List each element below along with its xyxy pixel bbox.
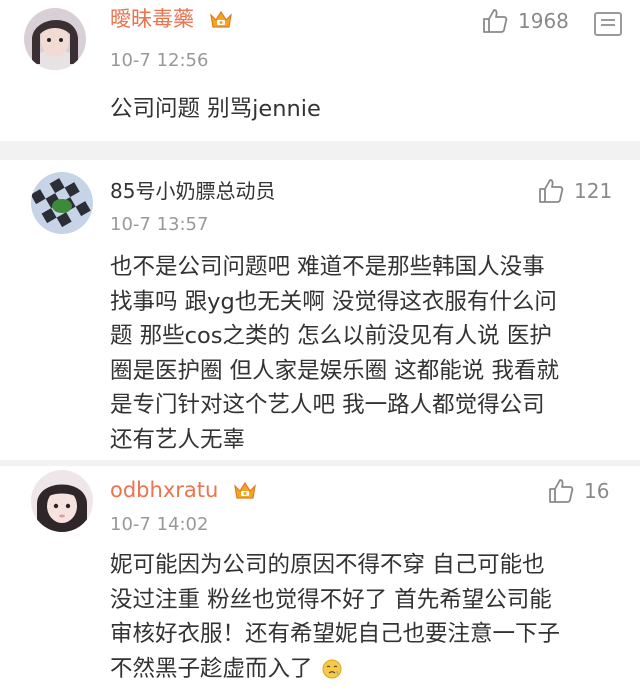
- username[interactable]: 85号小奶膘总动员: [110, 179, 275, 203]
- comment-line: 也不是公司问题吧 难道不是那些韩国人没事: [110, 254, 545, 280]
- comment-menu-icon[interactable]: [594, 12, 622, 36]
- comment-line: 公司问题 别骂jennie: [110, 96, 321, 122]
- username-text[interactable]: odbhxratu: [110, 478, 218, 502]
- separator: [0, 141, 640, 160]
- comment-line-with-emoji: 不然黑子趁虚而入了: [110, 652, 560, 687]
- comment-line: 妮可能因为公司的原因不得不穿 自己可能也: [110, 552, 545, 578]
- comment-time: 10-7 14:02: [110, 514, 209, 535]
- avatar[interactable]: [31, 172, 93, 234]
- thumbs-up-icon: [483, 9, 508, 33]
- comment-content: 也不是公司问题吧 难道不是那些韩国人没事 找事吗 跟yg也无关啊 没觉得这衣服有…: [110, 250, 559, 457]
- like-count: 16: [584, 479, 610, 503]
- comment-card: 曖昧毒藥 10-7 12:56 1968 公司问题 别骂jennie: [0, 0, 640, 141]
- comment-line: 圈是医护圈 但人家是娱乐圈 这都能说 我看就: [110, 357, 559, 384]
- username[interactable]: 曖昧毒藥: [110, 7, 233, 31]
- comment-line: 审核好衣服！还有希望妮自己也要注意一下子: [110, 621, 561, 647]
- comment-line: 还有艺人无辜: [110, 426, 246, 453]
- username-text[interactable]: 85号小奶膘总动员: [110, 179, 275, 203]
- comment-line: 找事吗 跟yg也无关啊 没觉得这衣服有什么问: [110, 288, 557, 315]
- emoji-icon: [322, 659, 342, 679]
- comment-content: 妮可能因为公司的原因不得不穿 自己可能也 没过注重 粉丝也觉得不好了 首先希望公…: [110, 548, 560, 686]
- username-text[interactable]: 曖昧毒藥: [110, 7, 194, 31]
- avatar[interactable]: [31, 470, 93, 532]
- crown-vip-icon: [209, 10, 232, 28]
- crown-vip-icon: [234, 481, 256, 499]
- comment-card: odbhxratu 10-7 14:02 16 妮可能因为公司的原因不得不穿 自…: [0, 466, 640, 696]
- comment-time: 10-7 13:57: [110, 214, 209, 235]
- like-button[interactable]: 1968: [482, 8, 569, 34]
- username[interactable]: odbhxratu: [110, 478, 257, 502]
- avatar[interactable]: [24, 8, 86, 70]
- like-count: 121: [574, 179, 613, 203]
- comment-line: 不然黑子趁虚而入了: [110, 655, 313, 682]
- comment-line: 没过注重 粉丝也觉得不好了 首先希望公司能: [110, 586, 552, 613]
- comment-content: 公司问题 别骂jennie: [110, 92, 321, 127]
- like-button[interactable]: 121: [538, 178, 612, 204]
- comment-line: 题 那些cos之类的 怎么以前没见有人说 医护: [110, 323, 552, 349]
- thumbs-up-icon: [539, 179, 564, 203]
- like-count: 1968: [518, 9, 569, 33]
- comment-line: 是专门针对这个艺人吧 我一路人都觉得公司: [110, 392, 545, 418]
- comment-card: 85号小奶膘总动员 10-7 13:57 121 也不是公司问题吧 难道不是那些…: [0, 160, 640, 460]
- comment-time: 10-7 12:56: [110, 50, 209, 71]
- thumbs-up-icon: [549, 479, 574, 503]
- like-button[interactable]: 16: [548, 478, 609, 504]
